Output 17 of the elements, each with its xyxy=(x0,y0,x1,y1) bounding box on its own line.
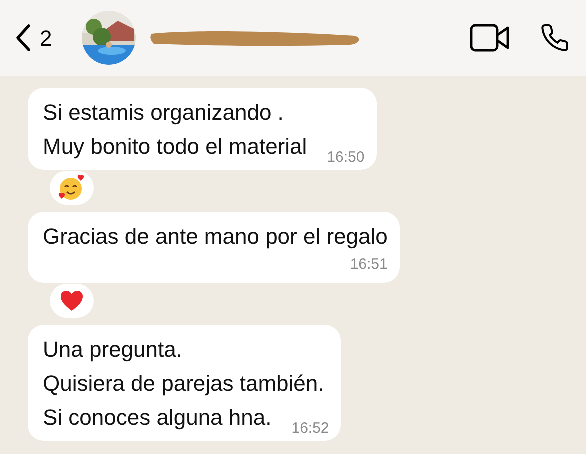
message-time: 16:52 xyxy=(292,418,330,438)
reaction-bubble[interactable] xyxy=(50,284,94,318)
video-call-button[interactable] xyxy=(470,24,510,52)
back-button[interactable]: 2 xyxy=(16,22,52,54)
message-text: Quisiera de parejas también. xyxy=(43,370,326,398)
message-time: 16:51 xyxy=(350,255,388,275)
chevron-left-icon xyxy=(16,24,32,52)
smiling-face-icon xyxy=(58,174,86,202)
message-text: Si conoces alguna hna. xyxy=(43,404,272,432)
phone-call-button[interactable] xyxy=(540,23,570,53)
message-text: Gracias de ante mano por el regalo xyxy=(43,223,388,251)
message-text: Una pregunta. xyxy=(43,336,184,364)
reaction-bubble[interactable] xyxy=(50,171,94,205)
message-time: 16:50 xyxy=(327,148,365,168)
message-text: Si estamis organizando . xyxy=(43,99,285,127)
message-text: Muy bonito todo el material xyxy=(43,133,308,161)
heart-icon xyxy=(60,290,84,312)
